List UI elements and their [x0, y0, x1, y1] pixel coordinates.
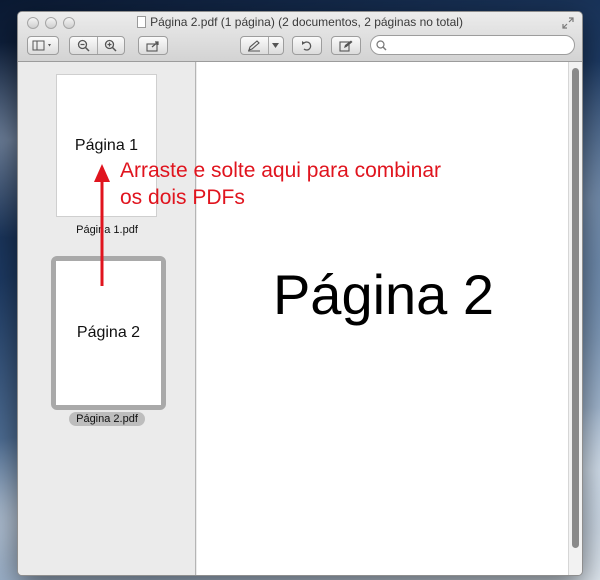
- thumbnail-pagina-2[interactable]: Página 2: [56, 261, 161, 405]
- document-icon: [137, 16, 147, 28]
- sidebar-toggle-button[interactable]: [27, 36, 59, 55]
- scrollbar-thumb[interactable]: [572, 68, 579, 548]
- document-view[interactable]: Página 2: [197, 62, 570, 575]
- thumbnail-sidebar: Página 1 Página 1.pdf Página 2 Página 2.…: [18, 62, 196, 575]
- fullscreen-icon[interactable]: [562, 17, 574, 29]
- zoom-out-icon: [77, 39, 90, 52]
- thumbnail-file-label[interactable]: Página 1.pdf: [52, 224, 162, 236]
- annotation-line-1: Arraste e solte aqui para combinar: [120, 159, 441, 182]
- annotation-text: Arraste e solte aqui para combinar os do…: [120, 157, 500, 211]
- zoom-in-button[interactable]: [96, 37, 124, 54]
- annotation-line-2: os dois PDFs: [120, 186, 245, 209]
- annotate-menu-segment[interactable]: [267, 37, 283, 54]
- window-title: Página 2.pdf (1 página) (2 documentos, 2…: [150, 15, 463, 29]
- preview-window: Página 2.pdf (1 página) (2 documentos, 2…: [17, 11, 583, 576]
- vertical-scrollbar[interactable]: [568, 62, 582, 575]
- annotate-pen-segment[interactable]: [241, 37, 268, 54]
- thumbnail-page-text: Página 2: [76, 324, 141, 341]
- zoom-in-icon: [105, 39, 118, 52]
- title-bar[interactable]: Página 2.pdf (1 página) (2 documentos, 2…: [18, 12, 582, 62]
- thumbnail-file-label-selected[interactable]: Página 2.pdf: [69, 412, 145, 426]
- share-icon: [146, 40, 159, 52]
- search-field[interactable]: [370, 35, 575, 55]
- search-input[interactable]: [389, 37, 569, 53]
- sidebar-icon: [32, 40, 51, 51]
- annotate-button[interactable]: [240, 36, 284, 55]
- rotate-button[interactable]: [292, 36, 322, 55]
- rotate-icon: [302, 41, 312, 51]
- zoom-out-button[interactable]: [70, 37, 97, 54]
- edit-button[interactable]: [331, 36, 361, 55]
- window-title-wrap: Página 2.pdf (1 página) (2 documentos, 2…: [18, 15, 582, 29]
- edit-icon: [339, 40, 353, 52]
- zoom-buttons: [69, 36, 125, 55]
- chevron-down-icon: [272, 43, 280, 48]
- share-button[interactable]: [138, 36, 168, 55]
- pen-icon: [248, 39, 261, 51]
- page-content-text: Página 2: [272, 263, 495, 326]
- search-icon: [376, 40, 387, 51]
- thumbnail-page-text: Página 1: [74, 136, 139, 154]
